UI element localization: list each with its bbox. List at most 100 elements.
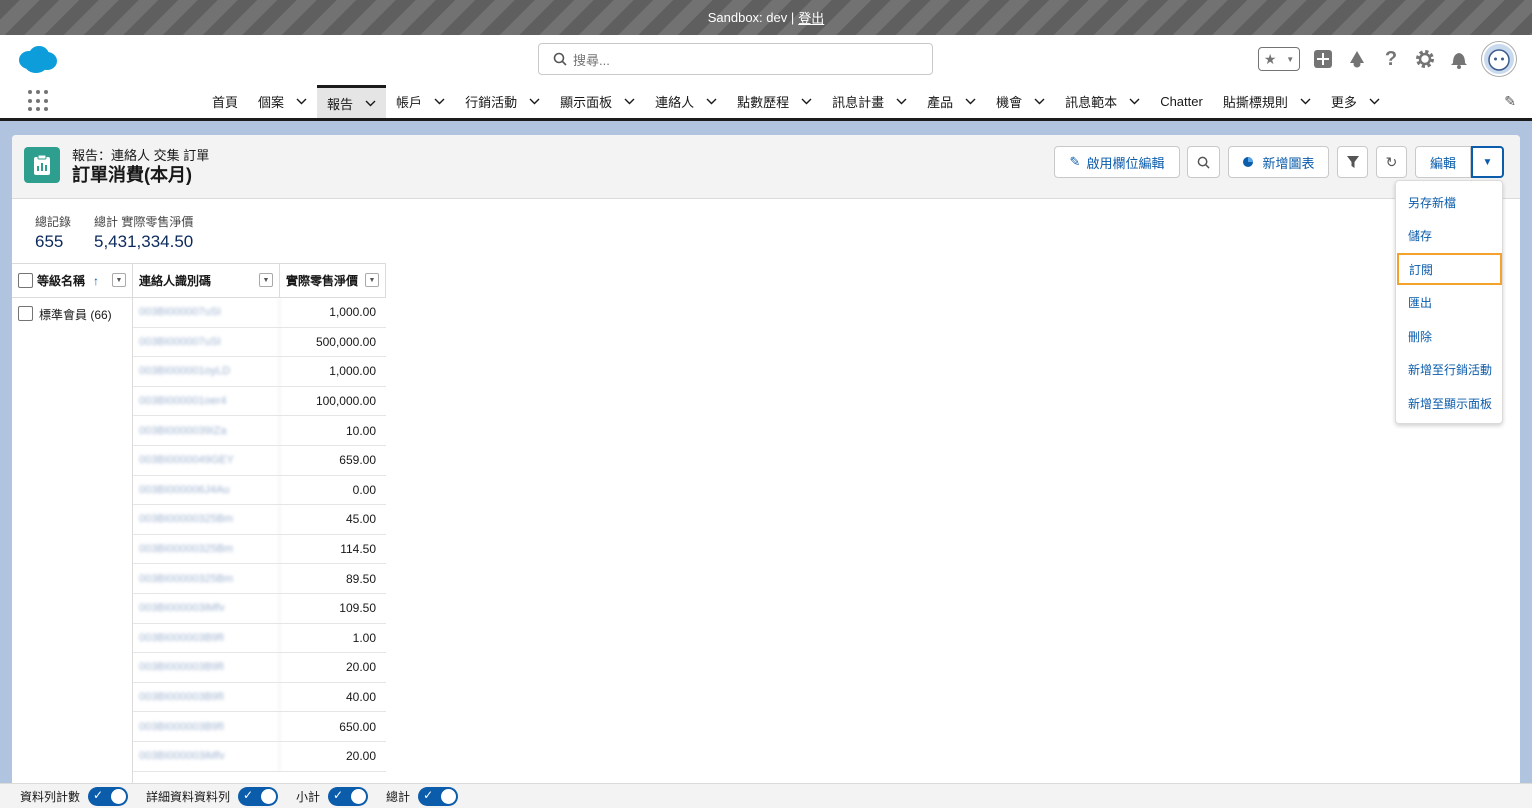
contact-id-cell[interactable]: 003BI000003B9fI (133, 623, 280, 653)
nav-item-2[interactable]: 報告 (317, 85, 387, 118)
menu-item-3[interactable]: 匯出 (1396, 287, 1504, 319)
menu-item-2[interactable]: 訂閱 (1397, 253, 1502, 285)
contact-id-cell[interactable]: 003BI000003iMfv (133, 594, 280, 623)
nav-item-5[interactable]: 顯示面板 (550, 85, 645, 118)
nav-item-3[interactable]: 帳戶 (386, 85, 455, 118)
contact-id-cell[interactable]: 003BI000007uSI (133, 327, 280, 357)
select-all-checkbox[interactable] (18, 273, 33, 288)
filter-button[interactable] (1337, 146, 1368, 178)
nav-item-14[interactable]: 更多 (1321, 85, 1390, 118)
nav-item-label: 首頁 (212, 95, 239, 110)
logout-link[interactable]: 登出 (798, 8, 824, 27)
nav-item-13[interactable]: 貼撕標規則 (1213, 85, 1321, 118)
contact-id-cell[interactable]: 003BI0000049GEY (133, 446, 280, 475)
column-menu-icon[interactable]: ▼ (259, 273, 273, 287)
toggle-switch-0[interactable]: ✓ (88, 786, 129, 806)
report-summary: 總記錄 655 總計 實際零售淨價 5,431,334.50 (12, 200, 1520, 264)
group-label: 標準會員 (66) (39, 308, 112, 322)
report-table: 等級名稱 ↑ ▼ 連絡人識別碼 ▼ 實際零售淨價 ▼ 標準會員 (66) 003… (12, 263, 386, 784)
contact-id-cell[interactable]: 003BI0000039IZa (133, 416, 280, 445)
net-price-cell: 45.00 (345, 512, 376, 527)
column-menu-icon[interactable]: ▼ (112, 273, 126, 287)
chevron-down-icon[interactable] (624, 96, 635, 107)
chevron-down-icon[interactable] (296, 96, 307, 107)
refresh-button[interactable]: ↻ (1376, 146, 1407, 178)
nav-item-9[interactable]: 產品 (917, 85, 986, 118)
nav-item-label: 報告 (327, 96, 354, 112)
contact-id-cell[interactable]: 003BI000003B9fI (133, 712, 280, 741)
global-search-input[interactable]: 搜尋... (538, 43, 933, 75)
toggle-switch-3[interactable]: ✓ (418, 786, 459, 806)
caret-down-icon: ▼ (1482, 156, 1493, 168)
chevron-down-icon[interactable] (365, 98, 376, 109)
bell-icon[interactable] (1448, 48, 1470, 70)
table-row: 003BI00000325Bm 45.00 (133, 505, 386, 535)
group-checkbox[interactable] (18, 306, 33, 321)
nav-item-6[interactable]: 連絡人 (645, 85, 727, 118)
add-chart-button[interactable]: 新增圖表 (1228, 146, 1329, 178)
favorites-button[interactable]: ★ ▼ (1258, 47, 1300, 71)
global-header: 搜尋... ★ ▼ ? (0, 35, 1532, 85)
contact-id-cell[interactable]: 003BI000006J4Au (133, 475, 280, 505)
nav-item-1[interactable]: 個案 (248, 85, 317, 118)
net-price-cell: 89.50 (345, 571, 376, 586)
search-icon (1197, 156, 1210, 169)
contact-id-cell[interactable]: 003BI000001oer4 (133, 386, 280, 416)
chevron-down-icon[interactable] (1034, 96, 1045, 107)
table-row: 003BI000003iMfv 20.00 (133, 742, 386, 772)
nav-item-11[interactable]: 訊息範本 (1055, 85, 1150, 118)
menu-item-5[interactable]: 新增至行銷活動 (1396, 354, 1504, 386)
nav-item-12[interactable]: Chatter (1150, 85, 1213, 118)
menu-item-0[interactable]: 另存新檔 (1396, 186, 1504, 218)
table-row: 003BI000001oer4 100,000.00 (133, 386, 386, 417)
inline-edit-label: 啟用欄位編輯 (1086, 155, 1165, 171)
menu-item-4[interactable]: 刪除 (1396, 320, 1504, 352)
chevron-down-icon[interactable] (896, 96, 907, 107)
trailhead-guidance-icon[interactable] (1346, 48, 1368, 70)
chevron-down-icon[interactable] (529, 96, 540, 107)
column-menu-icon[interactable]: ▼ (365, 273, 379, 287)
nav-item-7[interactable]: 點數歷程 (727, 85, 822, 118)
search-placeholder: 搜尋... (573, 52, 610, 68)
toggle-label: 小計 (296, 789, 321, 804)
enable-inline-edit-button[interactable]: ✎ 啟用欄位編輯 (1054, 146, 1180, 178)
chevron-down-icon[interactable] (801, 96, 812, 107)
contact-id-cell[interactable]: 003BI000001oyLD (133, 357, 280, 386)
global-actions-icon[interactable] (1312, 48, 1334, 70)
column-header-tier[interactable]: 等級名稱 ↑ ▼ (12, 264, 133, 298)
nav-item-4[interactable]: 行銷活動 (455, 85, 550, 118)
salesforce-cloud-logo[interactable] (15, 44, 59, 76)
contact-id-cell[interactable]: 003BI000007uSI (133, 298, 280, 327)
nav-item-8[interactable]: 訊息計畫 (822, 85, 917, 118)
menu-item-1[interactable]: 儲存 (1396, 220, 1504, 252)
toggle-switch-1[interactable]: ✓ (238, 786, 279, 806)
contact-id-cell[interactable]: 003BI000003B9fI (133, 653, 280, 682)
more-actions-dropdown-button[interactable]: ▼ (1471, 146, 1504, 178)
contact-id-cell[interactable]: 003BI000003B9fI (133, 682, 280, 712)
contact-id-cell[interactable]: 003BI00000325Bm (133, 505, 280, 534)
edit-nav-pencil-icon[interactable]: ✎ (1504, 93, 1516, 110)
user-avatar[interactable] (1482, 42, 1516, 76)
search-report-button[interactable] (1187, 146, 1220, 178)
chevron-down-icon[interactable] (1129, 96, 1140, 107)
table-row: 003BI00000325Bm 114.50 (133, 534, 386, 565)
nav-item-10[interactable]: 機會 (986, 85, 1055, 118)
chevron-down-icon[interactable] (1369, 96, 1380, 107)
chevron-down-icon[interactable] (1300, 96, 1311, 107)
help-icon[interactable]: ? (1380, 48, 1402, 70)
app-launcher-icon[interactable] (28, 90, 50, 112)
net-price-cell: 100,000.00 (315, 394, 376, 409)
chevron-down-icon[interactable] (706, 96, 717, 107)
nav-item-0[interactable]: 首頁 (202, 85, 248, 118)
gear-icon[interactable] (1414, 48, 1436, 70)
column-header-contact-id[interactable]: 連絡人識別碼 ▼ (133, 264, 280, 298)
chevron-down-icon[interactable] (434, 96, 445, 107)
contact-id-cell[interactable]: 003BI00000325Bm (133, 564, 280, 593)
chevron-down-icon[interactable] (965, 96, 976, 107)
contact-id-cell[interactable]: 003BI00000325Bm (133, 534, 280, 564)
menu-item-6[interactable]: 新增至顯示面板 (1396, 387, 1504, 419)
contact-id-cell[interactable]: 003BI000003iMfv (133, 742, 280, 771)
edit-button[interactable]: 編輯 (1415, 146, 1471, 178)
column-header-net-price[interactable]: 實際零售淨價 ▼ (280, 264, 386, 298)
toggle-switch-2[interactable]: ✓ (328, 786, 369, 806)
